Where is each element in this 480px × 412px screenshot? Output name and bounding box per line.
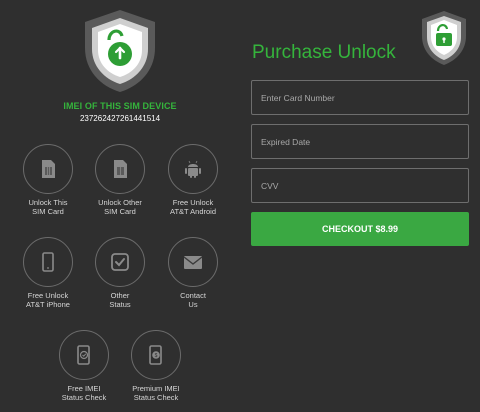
shield-lock-icon — [85, 10, 155, 92]
tile-circle[interactable] — [168, 144, 218, 194]
phone-icon — [42, 252, 54, 272]
tile-circle[interactable] — [95, 237, 145, 287]
tile-label: Other Status — [109, 291, 131, 309]
phone-check-icon — [77, 345, 90, 365]
cvv-input[interactable] — [251, 168, 469, 203]
shield-unlock-icon — [422, 11, 466, 65]
tile-free-unlock-android[interactable]: Free Unlock AT&T Android — [153, 144, 233, 216]
tile-label: Free Unlock AT&T iPhone — [26, 291, 70, 309]
tile-label: Unlock Other SIM Card — [98, 198, 142, 216]
tile-label: Free IMEI Status Check — [61, 384, 107, 402]
tile-free-unlock-iphone[interactable]: Free Unlock AT&T iPhone — [8, 237, 88, 309]
android-icon — [185, 160, 201, 178]
tile-circle[interactable] — [95, 144, 145, 194]
checkbox-icon — [111, 253, 129, 271]
unlock-menu-panel: IMEI OF THIS SIM DEVICE 2372624272614415… — [0, 0, 240, 412]
tile-premium-imei-check[interactable]: $ Premium IMEI Status Check — [116, 330, 196, 402]
expiry-date-input[interactable] — [251, 124, 469, 159]
sim-card-icon — [114, 160, 127, 178]
imei-number: 237262427261441514 — [79, 114, 161, 123]
tile-circle[interactable] — [23, 144, 73, 194]
svg-text:$: $ — [155, 353, 158, 359]
tile-free-imei-check[interactable]: Free IMEI Status Check — [44, 330, 124, 402]
imei-title: IMEI OF THIS SIM DEVICE — [63, 101, 177, 111]
purchase-title: Purchase Unlock — [252, 42, 396, 63]
tile-label: Contact Us — [180, 291, 206, 309]
tile-circle[interactable] — [168, 237, 218, 287]
card-number-input[interactable] — [251, 80, 469, 115]
tile-label: Premium IMEI Status Check — [132, 384, 180, 402]
tile-circle[interactable] — [59, 330, 109, 380]
tile-label: Unlock This SIM Card — [28, 198, 68, 216]
tile-label: Free Unlock AT&T Android — [170, 198, 216, 216]
tile-contact-us[interactable]: Contact Us — [153, 237, 233, 309]
tile-circle[interactable] — [23, 237, 73, 287]
phone-premium-icon: $ — [149, 345, 162, 365]
tile-circle[interactable]: $ — [131, 330, 181, 380]
sim-card-icon — [42, 160, 55, 178]
tile-unlock-other-sim[interactable]: Unlock Other SIM Card — [80, 144, 160, 216]
tile-unlock-this-sim[interactable]: Unlock This SIM Card — [8, 144, 88, 216]
checkout-button[interactable]: CHECKOUT $8.99 — [251, 212, 469, 246]
tile-other-status[interactable]: Other Status — [80, 237, 160, 309]
envelope-icon — [183, 256, 203, 269]
